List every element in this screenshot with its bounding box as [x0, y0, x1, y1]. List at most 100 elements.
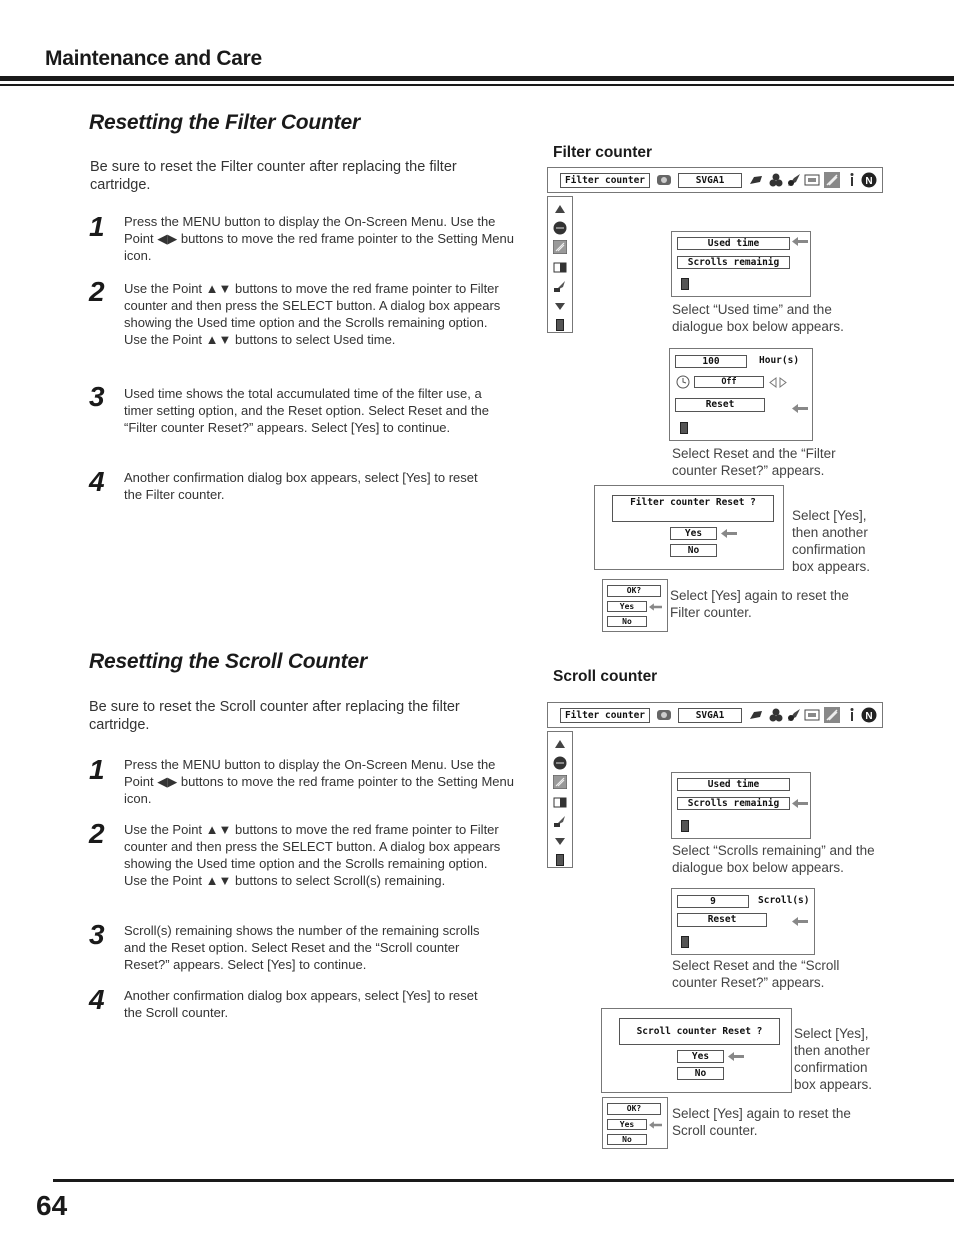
section-intro-filter: Be sure to reset the Filter counter afte…: [90, 159, 457, 193]
setting-icon: [824, 172, 840, 188]
exit-door-icon[interactable]: [680, 422, 688, 434]
image-select-icon: [769, 173, 783, 187]
step-number: 3: [89, 919, 105, 950]
menu-ball-icon: [553, 756, 567, 770]
section-title-scroll: Resetting the Scroll Counter: [89, 650, 367, 673]
chapter-title: Maintenance and Care: [45, 47, 262, 70]
osd-side-bar: [547, 196, 573, 333]
header-rule: [0, 76, 954, 81]
exit-door-icon: [556, 854, 564, 866]
yes-option[interactable]: Yes: [607, 1119, 647, 1130]
step-text: Scroll(s) remaining shows the number of …: [124, 923, 480, 972]
figure-caption: Select Reset and the “Scroll counter Res…: [672, 958, 840, 990]
ok-prompt: OK?: [607, 585, 661, 597]
timer-value[interactable]: Off: [694, 376, 764, 388]
page-number: 64: [36, 1190, 68, 1221]
reset-question: Filter counter Reset ?: [612, 495, 774, 522]
input-select-icon: [657, 710, 671, 720]
exit-door-icon[interactable]: [681, 820, 689, 832]
used-time-option[interactable]: Used time: [677, 237, 790, 250]
no-option[interactable]: No: [607, 616, 647, 627]
ok-confirm-dialog: OK? Yes No: [602, 579, 668, 632]
pointer-arrow-icon: [792, 917, 808, 926]
step-number: 2: [89, 818, 105, 849]
step-text: Press the MENU button to display the On-…: [124, 757, 514, 806]
step-number: 4: [89, 466, 105, 497]
network-icon: N: [861, 172, 877, 188]
yes-option[interactable]: Yes: [607, 601, 647, 612]
reset-option[interactable]: Reset: [677, 913, 767, 927]
figure-caption: Select [Yes] again to reset the Scroll c…: [672, 1106, 851, 1138]
used-time-option[interactable]: Used time: [677, 778, 790, 791]
svg-text:N: N: [865, 711, 872, 722]
osd-menu-bar: Filter counter SVGA1 N: [547, 702, 883, 728]
scroll-up-icon: [555, 205, 565, 213]
pointer-arrow-icon: [649, 1121, 662, 1129]
pointer-arrow-icon: [792, 799, 808, 808]
setting-icon: [824, 707, 840, 723]
pointer-arrow-icon: [649, 603, 662, 611]
scroll-down-icon: [555, 303, 565, 310]
header-rule-thin: [0, 84, 954, 86]
source-field: SVGA1: [678, 708, 742, 723]
section-intro-scroll: Be sure to reset the Scroll counter afte…: [89, 699, 460, 733]
ok-prompt: OK?: [607, 1103, 661, 1115]
network-icon: N: [861, 707, 877, 723]
reset-option[interactable]: Reset: [675, 398, 765, 412]
scroll-down-icon: [555, 838, 565, 845]
no-option[interactable]: No: [677, 1067, 724, 1080]
filter-usage-dialog: 100 Hour(s) Off Reset: [669, 348, 813, 441]
exit-door-icon[interactable]: [681, 936, 689, 948]
step-text: Another confirmation dialog box appears,…: [124, 988, 478, 1020]
screen-icon: [804, 709, 820, 721]
source-field: SVGA1: [678, 173, 742, 188]
setting-icon: [553, 775, 567, 789]
reset-question: Scroll counter Reset ?: [619, 1018, 780, 1045]
figure-caption: Select [Yes] again to reset the Filter c…: [670, 588, 849, 620]
step-number: 4: [89, 984, 105, 1015]
screen-menu-icon: [553, 262, 567, 273]
pointer-arrow-icon: [792, 237, 808, 246]
figure-label-scroll: Scroll counter: [553, 668, 658, 685]
figure-caption: Select [Yes], then another confirmation …: [792, 508, 871, 574]
step-number: 1: [89, 754, 105, 785]
input-select-icon: [657, 175, 671, 185]
scroll-count-dialog: 9 Scroll(s) Reset: [671, 888, 815, 955]
pointer-arrow-icon: [792, 404, 808, 413]
pointer-arrow-icon: [721, 529, 737, 538]
left-right-arrows-icon[interactable]: [768, 377, 788, 388]
scrolls-remaining-option[interactable]: Scrolls remainig: [677, 797, 790, 810]
setting-icon: [553, 240, 567, 254]
tools-icon: [554, 281, 565, 292]
step-text: Press the MENU button to display the On-…: [124, 214, 514, 263]
step-number: 2: [89, 276, 105, 307]
figure-label-filter: Filter counter: [553, 144, 653, 161]
scrolls-unit: Scroll(s): [758, 895, 810, 906]
yes-option[interactable]: Yes: [670, 527, 717, 540]
hours-value: 100: [675, 355, 747, 368]
exit-door-icon: [556, 319, 564, 331]
figure-caption: Select “Scrolls remaining” and the dialo…: [672, 843, 875, 875]
no-option[interactable]: No: [670, 544, 717, 557]
scrolls-remaining-option[interactable]: Scrolls remainig: [677, 256, 790, 269]
reset-confirm-dialog: Scroll counter Reset ? Yes No: [601, 1008, 792, 1093]
used-time-dialog: Used time Scrolls remainig: [671, 231, 811, 297]
figure-caption: Select “Used time” and the dialogue box …: [672, 302, 844, 334]
tools-icon: [554, 816, 565, 827]
figure-caption: Select Reset and the “Filter counter Res…: [672, 446, 836, 478]
exit-door-icon[interactable]: [681, 278, 689, 290]
ok-confirm-dialog: OK? Yes No: [602, 1097, 668, 1149]
step-text: Use the Point ▲▼ buttons to move the red…: [124, 822, 501, 888]
yes-option[interactable]: Yes: [677, 1050, 724, 1063]
reset-confirm-dialog: Filter counter Reset ? Yes No: [594, 485, 784, 570]
image-adjust-icon: [788, 174, 800, 186]
information-icon: [850, 708, 854, 721]
image-adjust-icon: [788, 709, 800, 721]
information-icon: [850, 173, 854, 186]
pointer-arrow-icon: [728, 1052, 744, 1061]
pc-adjust-icon: [750, 176, 762, 184]
no-option[interactable]: No: [607, 1134, 647, 1145]
step-text: Used time shows the total accumulated ti…: [124, 386, 489, 435]
step-text: Use the Point ▲▼ buttons to move the red…: [124, 281, 501, 347]
scrolls-value: 9: [677, 895, 749, 908]
